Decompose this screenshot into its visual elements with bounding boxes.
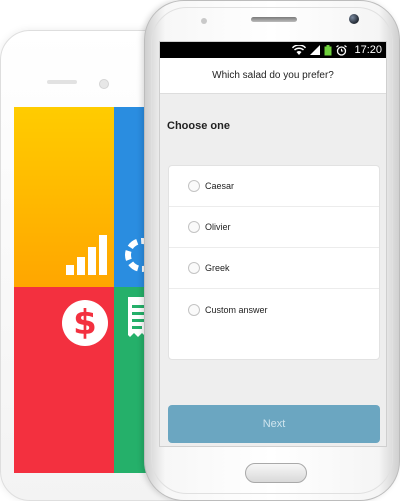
next-button[interactable]: Next xyxy=(168,405,380,443)
option-label: Greek xyxy=(205,263,230,273)
bar-chart-icon xyxy=(66,235,107,275)
radio-button[interactable] xyxy=(188,303,200,316)
dollar-symbol: $ xyxy=(73,303,97,343)
option-custom-answer[interactable]: Custom answer xyxy=(169,289,379,330)
option-label: Olivier xyxy=(205,222,231,232)
option-olivier[interactable]: Olivier xyxy=(169,207,379,248)
option-greek[interactable]: Greek xyxy=(169,248,379,289)
proximity-sensor xyxy=(201,18,207,24)
radio-button[interactable] xyxy=(188,262,200,274)
phone-screen: 17:20 Which salad do you prefer? Choose … xyxy=(159,41,387,447)
option-label: Caesar xyxy=(205,181,235,191)
dollar-icon: $ xyxy=(62,300,108,346)
section-title: Choose one xyxy=(167,120,230,132)
back-phone-speaker xyxy=(47,80,77,84)
option-caesar[interactable]: Caesar xyxy=(169,166,379,207)
question-header: Which salad do you prefer? xyxy=(160,58,386,94)
signal-icon xyxy=(310,45,321,55)
back-phone-camera xyxy=(99,79,109,89)
radio-button[interactable] xyxy=(188,221,200,233)
earpiece-speaker xyxy=(251,17,297,22)
alarm-icon xyxy=(336,44,348,56)
wifi-icon xyxy=(292,45,307,55)
options-card: Caesar Olivier Greek Custom answer xyxy=(168,165,380,360)
radio-button[interactable] xyxy=(188,180,200,192)
status-bar: 17:20 xyxy=(160,42,386,58)
option-label: Custom answer xyxy=(205,304,268,315)
home-button[interactable] xyxy=(245,463,307,483)
status-time: 17:20 xyxy=(354,44,382,56)
front-phone: 17:20 Which salad do you prefer? Choose … xyxy=(144,0,400,501)
battery-icon xyxy=(324,44,332,55)
front-camera xyxy=(349,14,359,24)
